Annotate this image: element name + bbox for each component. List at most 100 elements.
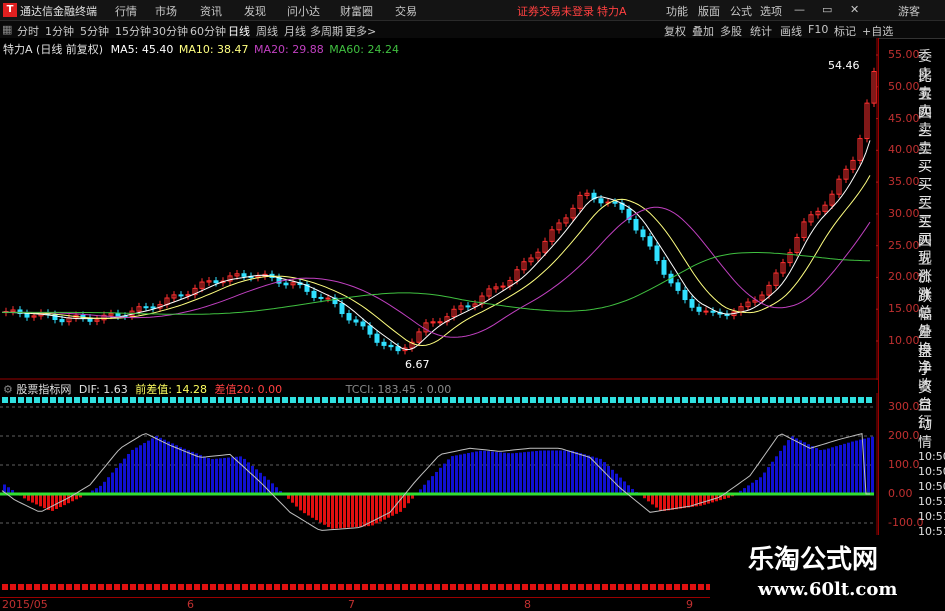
signal-dot [10,397,16,403]
signal-dot [754,397,760,403]
tool-overlay[interactable]: 叠加 [692,23,714,39]
signal-dot [146,397,152,403]
minimize-icon[interactable]: — [794,3,805,16]
oscillator-bar [599,459,602,494]
oscillator-bar [243,459,246,494]
signal-dot [434,584,440,590]
candle-body [144,307,148,308]
signal-dot [90,584,96,590]
period-15m[interactable]: 15分钟 [115,23,151,39]
menu-discover[interactable]: 发现 [244,3,266,19]
oscillator-bar [527,452,530,494]
oscillator-bar [103,482,106,494]
oscillator-bar [295,494,298,507]
tool-draw[interactable]: 画线 [780,23,802,39]
tool-mark[interactable]: 标记 [834,23,856,39]
signal-dot [570,584,576,590]
oscillator-bar [835,446,838,494]
login-status[interactable]: 证券交易未登录 [517,3,594,19]
oscillator-bar [251,466,254,494]
tool-adjust[interactable]: 复权 [664,23,686,39]
oscillator-bar [775,456,778,494]
signal-dot [322,584,328,590]
signal-dot [266,584,272,590]
period-5m[interactable]: 5分钟 [80,23,109,39]
oscillator-bar [447,459,450,494]
candle-body [711,311,715,312]
period-30m[interactable]: 30分钟 [152,23,188,39]
tool-multistock[interactable]: 多股 [720,23,742,39]
signal-dot [666,397,672,403]
grid-icon[interactable]: ▦ [2,23,12,36]
signal-dot [450,584,456,590]
watermark: 乐淘公式网 www.60lt.com [710,535,945,609]
oscillator-bar [499,452,502,494]
user-label[interactable]: 游客 [898,3,920,19]
menu-market[interactable]: 市场 [155,3,177,19]
oscillator-bar [507,453,510,494]
close-icon[interactable]: ✕ [850,3,859,16]
oscillator-bar [843,444,846,494]
oscillator-bar [107,477,110,494]
signal-dot [562,584,568,590]
signal-dot [162,397,168,403]
signal-dot [98,584,104,590]
ma5-value: MA5: 45.40 [111,43,174,56]
oscillator-bar [431,476,434,494]
oscillator-bar [427,480,430,494]
tool-stats[interactable]: 统计 [750,23,772,39]
candle-body [648,237,652,246]
menu-ask[interactable]: 问小达 [287,3,320,19]
restore-icon[interactable]: ▭ [822,3,832,16]
signal-dot [506,397,512,403]
period-month[interactable]: 月线 [284,23,306,39]
oscillator-bar [35,494,38,504]
signal-dot [498,584,504,590]
oscillator-bar [819,450,822,494]
signal-dot [242,397,248,403]
menu-news[interactable]: 资讯 [200,3,222,19]
menu-wealth[interactable]: 财富圈 [340,3,373,19]
candle-body [354,320,358,322]
oscillator-bar [871,437,874,494]
menu-options[interactable]: 选项 [760,3,782,19]
signal-dot [74,397,80,403]
signal-dot [386,584,392,590]
oscillator-bar [343,494,346,528]
menu-formula[interactable]: 公式 [730,3,752,19]
oscillator-bar [143,443,146,494]
period-tick[interactable]: 分时 [17,23,39,39]
period-1m[interactable]: 1分钟 [45,23,74,39]
period-multi[interactable]: 多周期 [310,23,343,39]
oscillator-bar [655,494,658,508]
menu-function[interactable]: 功能 [666,3,688,19]
signal-dot [170,584,176,590]
period-more[interactable]: 更多> [345,23,376,39]
signal-dot [58,397,64,403]
oscillator-bar [231,457,234,494]
menu-trade[interactable]: 交易 [395,3,417,19]
signal-dot [282,584,288,590]
oscillator-bar [151,438,154,494]
menu-quotes[interactable]: 行情 [115,3,137,19]
oscillator-bar [455,455,458,494]
oscillator-bar [195,453,198,494]
oscillator-bar [367,494,370,526]
candle-body [53,314,57,319]
price-chart[interactable] [0,38,878,380]
tool-f10[interactable]: F10 [808,23,828,36]
period-day[interactable]: 日线 [228,23,250,39]
oscillator-bar [651,494,654,504]
oscillator-bar [531,451,534,494]
signal-dot [186,584,192,590]
period-week[interactable]: 周线 [256,23,278,39]
period-60m[interactable]: 60分钟 [190,23,226,39]
signal-dot [226,584,232,590]
signal-dot [690,584,696,590]
signal-dot [682,584,688,590]
signal-dot [314,584,320,590]
side-panel-label[interactable]: 行情 [918,412,945,452]
oscillator-bar [815,448,818,494]
menu-layout[interactable]: 版面 [698,3,720,19]
tool-watchlist[interactable]: +自选 [862,23,893,39]
